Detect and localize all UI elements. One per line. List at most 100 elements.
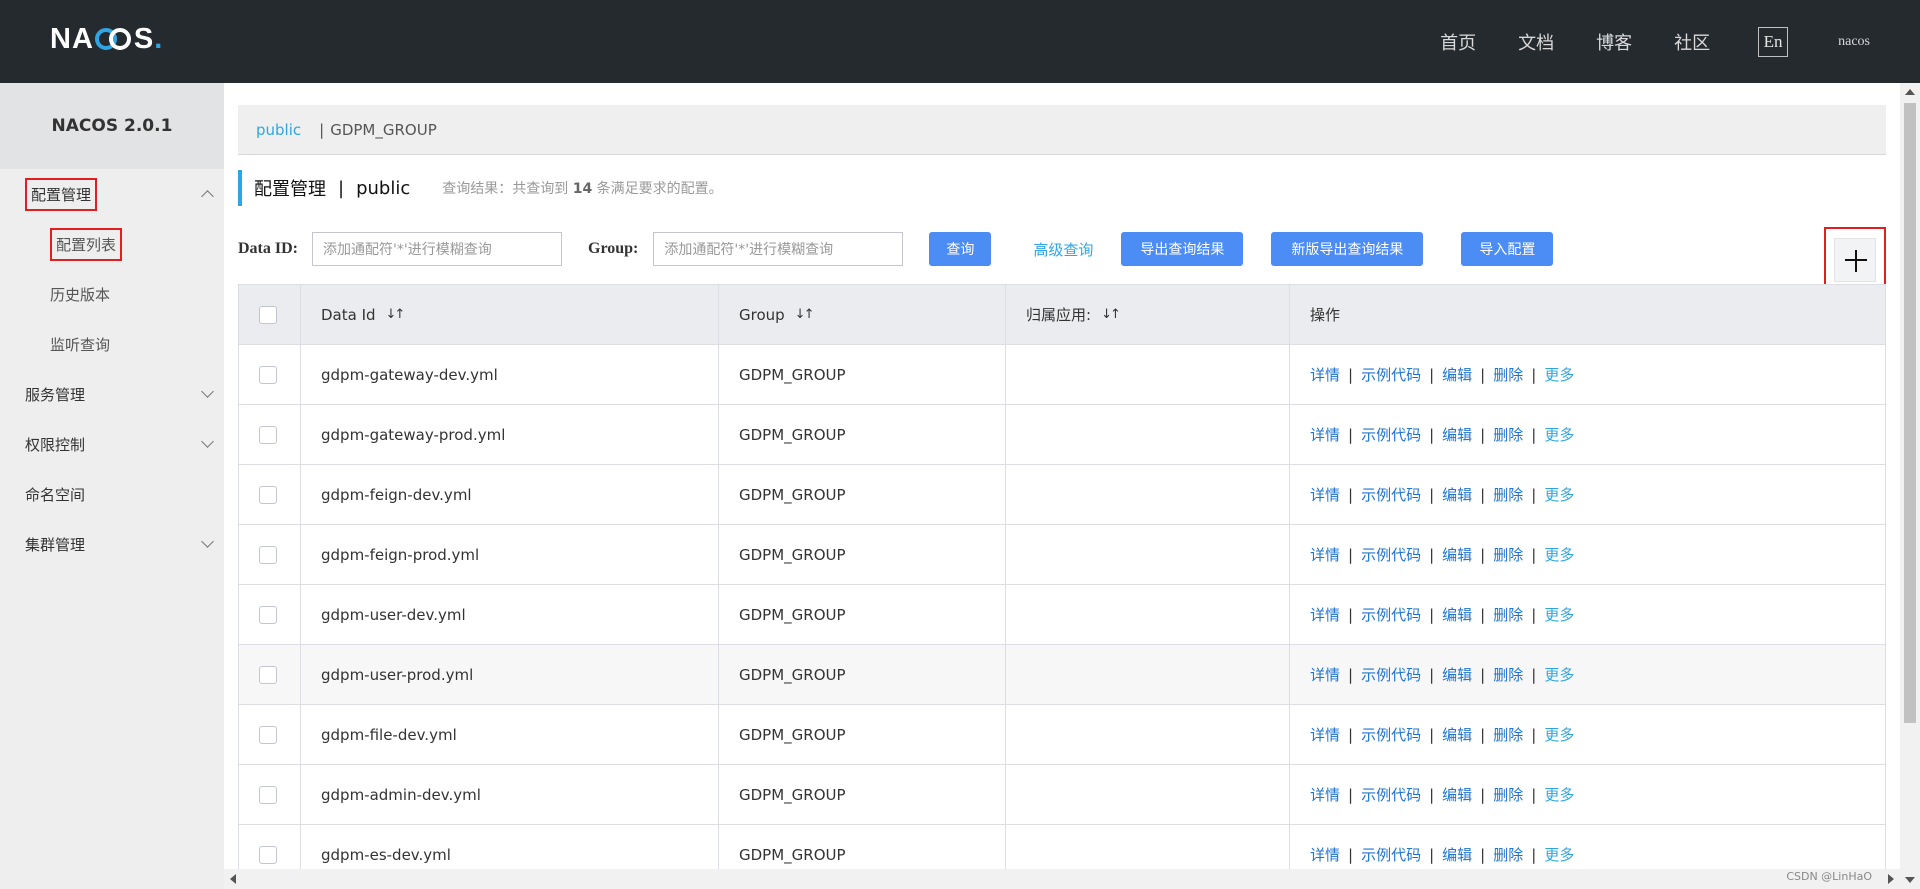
edit-link[interactable]: 编辑 <box>1442 784 1472 805</box>
namespace-group[interactable]: GDPM_GROUP <box>330 121 437 139</box>
cell-dataid: gdpm-user-prod.yml <box>301 645 719 704</box>
sidebar-item-namespace[interactable]: 命名空间 <box>0 469 224 519</box>
detail-link[interactable]: 详情 <box>1310 784 1340 805</box>
user-name[interactable]: nacos <box>1838 34 1870 50</box>
edit-link[interactable]: 编辑 <box>1442 364 1472 385</box>
detail-link[interactable]: 详情 <box>1310 604 1340 625</box>
scroll-down-icon[interactable] <box>1905 877 1915 883</box>
language-toggle[interactable]: En <box>1758 26 1789 57</box>
sample-code-link[interactable]: 示例代码 <box>1361 664 1421 685</box>
sidebar-item-label: 命名空间 <box>25 485 86 504</box>
sort-icon[interactable]: ↓↑ <box>795 307 815 322</box>
add-config-button[interactable] <box>1834 238 1876 282</box>
edit-link[interactable]: 编辑 <box>1442 664 1472 685</box>
scroll-left-icon[interactable] <box>230 874 236 884</box>
delete-link[interactable]: 删除 <box>1493 484 1523 505</box>
group-search-input[interactable]: 添加通配符'*'进行模糊查询 <box>653 232 904 266</box>
namespace-public-link[interactable]: public <box>256 121 301 139</box>
column-header-app[interactable]: 归属应用: ↓↑ <box>1006 285 1290 344</box>
sort-icon[interactable]: ↓↑ <box>1101 307 1121 322</box>
detail-link[interactable]: 详情 <box>1310 844 1340 865</box>
row-checkbox[interactable] <box>259 665 277 684</box>
detail-link[interactable]: 详情 <box>1310 664 1340 685</box>
column-header-dataid[interactable]: Data Id ↓↑ <box>301 285 719 344</box>
delete-link[interactable]: 删除 <box>1493 784 1523 805</box>
sidebar-item-config-management[interactable]: 配置管理 <box>0 169 224 219</box>
cell-group: GDPM_GROUP <box>719 645 1006 704</box>
query-button[interactable]: 查询 <box>929 232 992 266</box>
nacos-logo[interactable]: NA S . <box>50 22 163 56</box>
row-checkbox[interactable] <box>259 725 277 744</box>
sample-code-link[interactable]: 示例代码 <box>1361 544 1421 565</box>
horizontal-scrollbar[interactable]: CSDN @LinHaO <box>224 869 1900 889</box>
more-link[interactable]: 更多 <box>1544 544 1574 565</box>
sidebar-item-listener-query[interactable]: 监听查询 <box>0 319 224 369</box>
select-all-checkbox[interactable] <box>259 305 277 324</box>
delete-link[interactable]: 删除 <box>1493 604 1523 625</box>
more-link[interactable]: 更多 <box>1544 664 1574 685</box>
sidebar-item-config-list[interactable]: 配置列表 <box>0 219 224 269</box>
delete-link[interactable]: 删除 <box>1493 844 1523 865</box>
scroll-thumb[interactable] <box>1904 103 1916 723</box>
edit-link[interactable]: 编辑 <box>1442 424 1472 445</box>
vertical-scrollbar[interactable] <box>1900 83 1920 889</box>
detail-link[interactable]: 详情 <box>1310 424 1340 445</box>
row-checkbox[interactable] <box>259 785 277 804</box>
scroll-right-icon[interactable] <box>1888 874 1894 884</box>
edit-link[interactable]: 编辑 <box>1442 844 1472 865</box>
more-link[interactable]: 更多 <box>1544 784 1574 805</box>
edit-link[interactable]: 编辑 <box>1442 484 1472 505</box>
nav-home[interactable]: 首页 <box>1440 29 1476 55</box>
more-link[interactable]: 更多 <box>1544 604 1574 625</box>
advanced-query-link[interactable]: 高级查询 <box>1033 239 1093 260</box>
column-header-group[interactable]: Group ↓↑ <box>719 285 1006 344</box>
delete-link[interactable]: 删除 <box>1493 544 1523 565</box>
row-checkbox[interactable] <box>259 365 277 384</box>
detail-link[interactable]: 详情 <box>1310 484 1340 505</box>
more-link[interactable]: 更多 <box>1544 484 1574 505</box>
sample-code-link[interactable]: 示例代码 <box>1361 844 1421 865</box>
row-checkbox[interactable] <box>259 845 277 864</box>
table-row: gdpm-user-prod.yml GDPM_GROUP 详情 | 示例代码 | 编辑 | 删… <box>239 645 1885 705</box>
more-link[interactable]: 更多 <box>1544 844 1574 865</box>
sidebar-item-service-management[interactable]: 服务管理 <box>0 369 224 419</box>
more-link[interactable]: 更多 <box>1544 364 1574 385</box>
delete-link[interactable]: 删除 <box>1493 424 1523 445</box>
detail-link[interactable]: 详情 <box>1310 544 1340 565</box>
sample-code-link[interactable]: 示例代码 <box>1361 724 1421 745</box>
edit-link[interactable]: 编辑 <box>1442 724 1472 745</box>
more-link[interactable]: 更多 <box>1544 424 1574 445</box>
sample-code-link[interactable]: 示例代码 <box>1361 364 1421 385</box>
sample-code-link[interactable]: 示例代码 <box>1361 484 1421 505</box>
sort-icon[interactable]: ↓↑ <box>386 307 406 322</box>
more-link[interactable]: 更多 <box>1544 724 1574 745</box>
row-checkbox[interactable] <box>259 545 277 564</box>
sample-code-link[interactable]: 示例代码 <box>1361 424 1421 445</box>
new-export-results-button[interactable]: 新版导出查询结果 <box>1271 232 1424 266</box>
detail-link[interactable]: 详情 <box>1310 724 1340 745</box>
delete-link[interactable]: 删除 <box>1493 664 1523 685</box>
export-results-button[interactable]: 导出查询结果 <box>1121 232 1244 266</box>
row-checkbox[interactable] <box>259 425 277 444</box>
delete-link[interactable]: 删除 <box>1493 724 1523 745</box>
row-checkbox[interactable] <box>259 485 277 504</box>
import-config-button[interactable]: 导入配置 <box>1461 232 1554 266</box>
scroll-up-icon[interactable] <box>1905 89 1915 95</box>
detail-link[interactable]: 详情 <box>1310 364 1340 385</box>
sidebar-item-cluster-management[interactable]: 集群管理 <box>0 519 224 569</box>
sidebar-item-access-control[interactable]: 权限控制 <box>0 419 224 469</box>
watermark: CSDN @LinHaO <box>1786 870 1872 883</box>
row-checkbox[interactable] <box>259 605 277 624</box>
dataid-search-input[interactable]: 添加通配符'*'进行模糊查询 <box>312 232 562 266</box>
edit-link[interactable]: 编辑 <box>1442 544 1472 565</box>
sample-code-link[interactable]: 示例代码 <box>1361 784 1421 805</box>
delete-link[interactable]: 删除 <box>1493 364 1523 385</box>
nav-docs[interactable]: 文档 <box>1518 29 1554 55</box>
sample-code-link[interactable]: 示例代码 <box>1361 604 1421 625</box>
sidebar-item-label: 服务管理 <box>25 385 86 404</box>
cell-app <box>1006 765 1290 824</box>
nav-blog[interactable]: 博客 <box>1596 29 1632 55</box>
nav-community[interactable]: 社区 <box>1674 29 1710 55</box>
sidebar-item-history[interactable]: 历史版本 <box>0 269 224 319</box>
edit-link[interactable]: 编辑 <box>1442 604 1472 625</box>
